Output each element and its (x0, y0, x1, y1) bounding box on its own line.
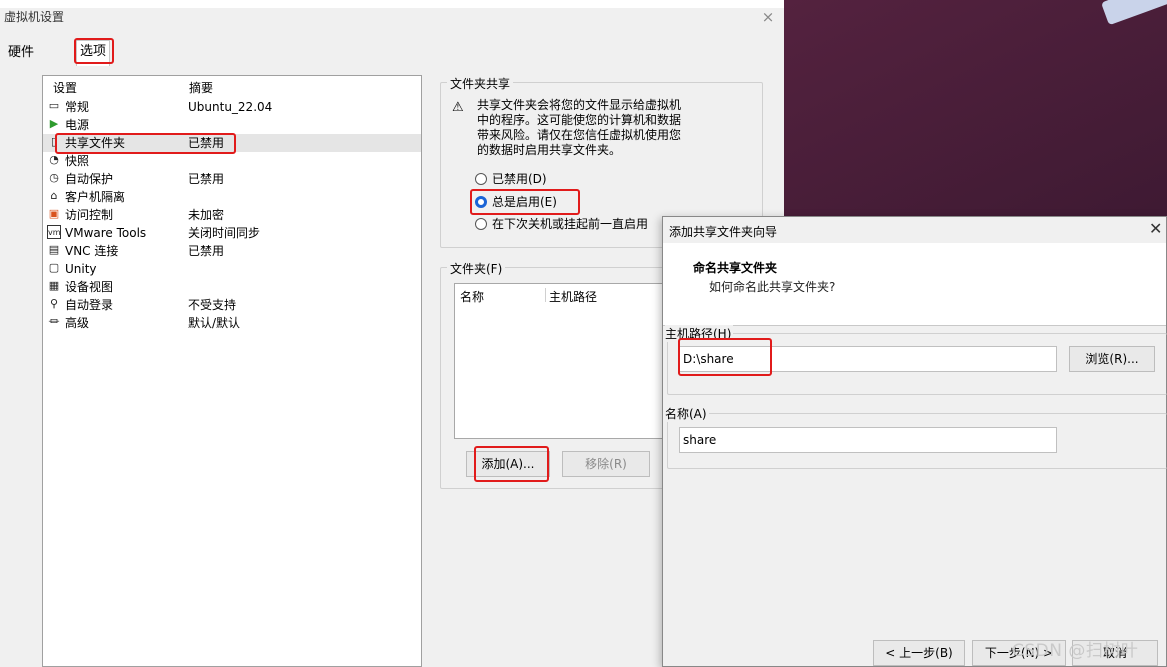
name-label: 名称(A) (665, 405, 709, 422)
unity-icon: ▢ (48, 261, 60, 274)
wizard-heading: 命名共享文件夹 (693, 261, 778, 275)
isolation-icon: ⌂ (50, 189, 58, 202)
tab-bar: 硬件 选项 (0, 40, 784, 66)
item-summary: 已禁用 (188, 244, 225, 258)
item-label: 常规 (65, 100, 90, 114)
item-summary: 未加密 (188, 208, 225, 222)
item-label: 客户机隔离 (65, 190, 126, 204)
close-icon[interactable]: ✕ (1149, 219, 1162, 238)
item-label: 共享文件夹 (65, 136, 126, 150)
warning-icon: ⚠ (452, 100, 464, 115)
item-label: Unity (65, 262, 97, 276)
item-summary: 关闭时间同步 (188, 226, 261, 240)
host-path-label: 主机路径(H) (665, 325, 734, 342)
radio-circle (475, 173, 487, 185)
warning-line: 带来风险。请仅在您信任虚拟机使用您 (477, 128, 682, 142)
list-item-unity[interactable]: ▢ Unity (43, 260, 421, 278)
warning-line: 共享文件夹会将您的文件显示给虚拟机 (477, 98, 682, 112)
divider (663, 325, 1166, 326)
wizard-subheading: 如何命名此共享文件夹? (709, 280, 836, 294)
item-summary: Ubuntu_22.04 (188, 100, 273, 114)
item-label: VNC 连接 (65, 244, 119, 258)
desktop-corner-shape (1101, 0, 1167, 26)
list-item-shared-folders[interactable]: ▯ 共享文件夹 已禁用 (43, 134, 421, 152)
shared-folder-icon: ▯ (50, 135, 58, 148)
tab-hardware[interactable]: 硬件 (4, 42, 38, 64)
item-label: 快照 (65, 154, 90, 168)
access-control-icon: ▣ (48, 207, 60, 220)
radio-label: 已禁用(D) (492, 172, 547, 186)
warning-text: 共享文件夹会将您的文件显示给虚拟机 中的程序。这可能使您的计算机和数据 带来风险… (477, 98, 707, 158)
window-title: 虚拟机设置 (0, 8, 784, 30)
add-shared-folder-wizard: 添加共享文件夹向导 ✕ 命名共享文件夹 如何命名此共享文件夹? 主机路径(H) … (662, 216, 1167, 667)
item-label: 自动登录 (65, 298, 114, 312)
item-summary: 已禁用 (188, 172, 225, 186)
monitor-icon: ▭ (48, 99, 60, 112)
host-path-input[interactable]: D:\share (679, 346, 1057, 372)
list-item-general[interactable]: ▭ 常规 Ubuntu_22.04 (43, 98, 421, 116)
item-label: 访问控制 (65, 208, 114, 222)
group-label: 文件夹共享 (447, 75, 514, 92)
item-label: 自动保护 (65, 172, 114, 186)
advanced-icon: ⏛ (48, 315, 60, 328)
device-view-icon: ▦ (48, 279, 60, 292)
item-summary: 已禁用 (188, 136, 225, 150)
item-label: 高级 (65, 316, 90, 330)
column-header-path: 主机路径 (549, 290, 598, 304)
list-item-vmware-tools[interactable]: vm VMware Tools 关闭时间同步 (43, 224, 421, 242)
back-button[interactable]: < 上一步(B) (873, 640, 965, 666)
warning-line: 的数据时启用共享文件夹。 (477, 143, 622, 157)
column-header-name: 名称 (460, 290, 485, 304)
list-item-autoprotect[interactable]: ◷ 自动保护 已禁用 (43, 170, 421, 188)
add-button[interactable]: 添加(A)... (466, 451, 550, 477)
column-header-setting: 设置 (53, 81, 78, 95)
list-item-power[interactable]: ▶ 电源 (43, 116, 421, 134)
remove-button[interactable]: 移除(R) (562, 451, 650, 477)
vnc-icon: ▤ (48, 243, 60, 256)
tab-options[interactable]: 选项 (76, 40, 111, 66)
radio-circle (475, 196, 487, 208)
list-item-vnc[interactable]: ▤ VNC 连接 已禁用 (43, 242, 421, 260)
vmware-tools-icon: vm (47, 225, 61, 239)
settings-list: 设置 摘要 ▭ 常规 Ubuntu_22.04 ▶ 电源 ▯ 共享文件夹 已禁用… (42, 75, 422, 667)
radio-circle (475, 218, 487, 230)
list-item-device-view[interactable]: ▦ 设备视图 (43, 278, 421, 296)
radio-label: 在下次关机或挂起前一直启用 (492, 217, 649, 231)
power-icon: ▶ (49, 117, 59, 130)
column-divider (545, 288, 546, 302)
list-item-advanced[interactable]: ⏛ 高级 默认/默认 (43, 314, 421, 332)
browse-button[interactable]: 浏览(R)... (1069, 346, 1155, 372)
radio-label: 总是启用(E) (492, 195, 557, 209)
wizard-header: 命名共享文件夹 如何命名此共享文件夹? (663, 243, 1166, 325)
item-summary: 不受支持 (188, 298, 237, 312)
warning-line: 中的程序。这可能使您的计算机和数据 (477, 113, 682, 127)
watermark-text: CSDN @扫树叶 (1012, 641, 1139, 661)
column-header-summary: 摘要 (189, 81, 214, 95)
shared-folder-list[interactable]: 名称 主机路径 (454, 283, 664, 439)
item-label: VMware Tools (65, 226, 147, 240)
name-input[interactable]: share (679, 427, 1057, 453)
group-label: 文件夹(F) (447, 260, 506, 277)
list-item-guest-isolation[interactable]: ⌂ 客户机隔离 (43, 188, 421, 206)
close-icon[interactable]: × (760, 8, 776, 26)
item-label: 电源 (65, 118, 90, 132)
autoprotect-icon: ◷ (49, 171, 59, 184)
list-item-snapshots[interactable]: ◔ 快照 (43, 152, 421, 170)
item-label: 设备视图 (65, 280, 114, 294)
wizard-title: 添加共享文件夹向导 (669, 225, 778, 239)
item-summary: 默认/默认 (188, 316, 241, 330)
autologin-icon: ⚲ (49, 297, 59, 310)
list-item-autologin[interactable]: ⚲ 自动登录 不受支持 (43, 296, 421, 314)
snapshot-icon: ◔ (49, 153, 59, 166)
list-item-access-control[interactable]: ▣ 访问控制 未加密 (43, 206, 421, 224)
